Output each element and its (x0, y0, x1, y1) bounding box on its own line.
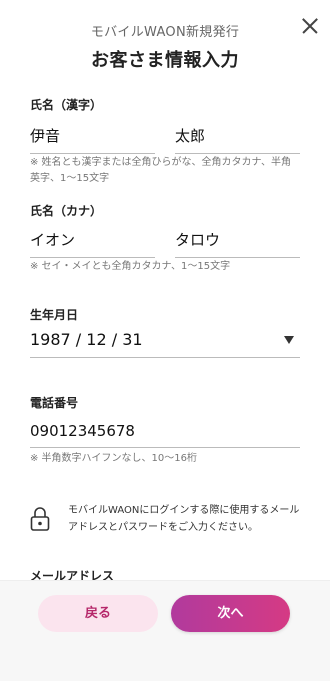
birthdate-value: 1987 / 12 / 31 (30, 330, 143, 349)
phone-note: ※ 半角数字ハイフンなし、10〜16桁 (30, 453, 198, 464)
next-button[interactable]: 次へ (171, 595, 290, 632)
lock-icon (30, 507, 50, 531)
first-name-kanji-field[interactable]: 太郎 (175, 125, 300, 154)
name-kana-note: ※ セイ・メイとも全角カタカナ、1〜15文字 (30, 261, 231, 272)
close-icon[interactable] (301, 17, 319, 35)
phone-field[interactable]: 09012345678 (30, 422, 300, 448)
last-name-kana-field[interactable]: イオン (30, 229, 155, 258)
name-kana-label: 氏名（カナ） (30, 204, 103, 218)
header: モバイルWAON新規発行 お客さま情報入力 (0, 0, 330, 78)
name-kanji-note: ※ 姓名とも漢字または全角ひらがな、全角カタカナ、半角英字、1〜15文字 (30, 157, 292, 184)
first-name-kana-field[interactable]: タロウ (175, 229, 300, 258)
dropdown-arrow-icon (284, 336, 294, 344)
page-subtitle: モバイルWAON新規発行 (90, 25, 240, 40)
last-name-kanji-field[interactable]: 伊音 (30, 125, 155, 154)
name-kanji-label: 氏名（漢字） (30, 98, 103, 112)
page-title: お客さま情報入力 (91, 50, 239, 71)
back-button[interactable]: 戻る (38, 595, 158, 632)
footer-bar: 戻る 次へ (0, 580, 330, 681)
birthdate-label: 生年月日 (30, 308, 79, 322)
birthdate-select[interactable]: 1987 / 12 / 31 (30, 330, 300, 358)
login-info-text: モバイルWAONにログインする際に使用するメールアドレスとパスワードをご入力くだ… (68, 505, 300, 533)
phone-label: 電話番号 (30, 396, 79, 410)
